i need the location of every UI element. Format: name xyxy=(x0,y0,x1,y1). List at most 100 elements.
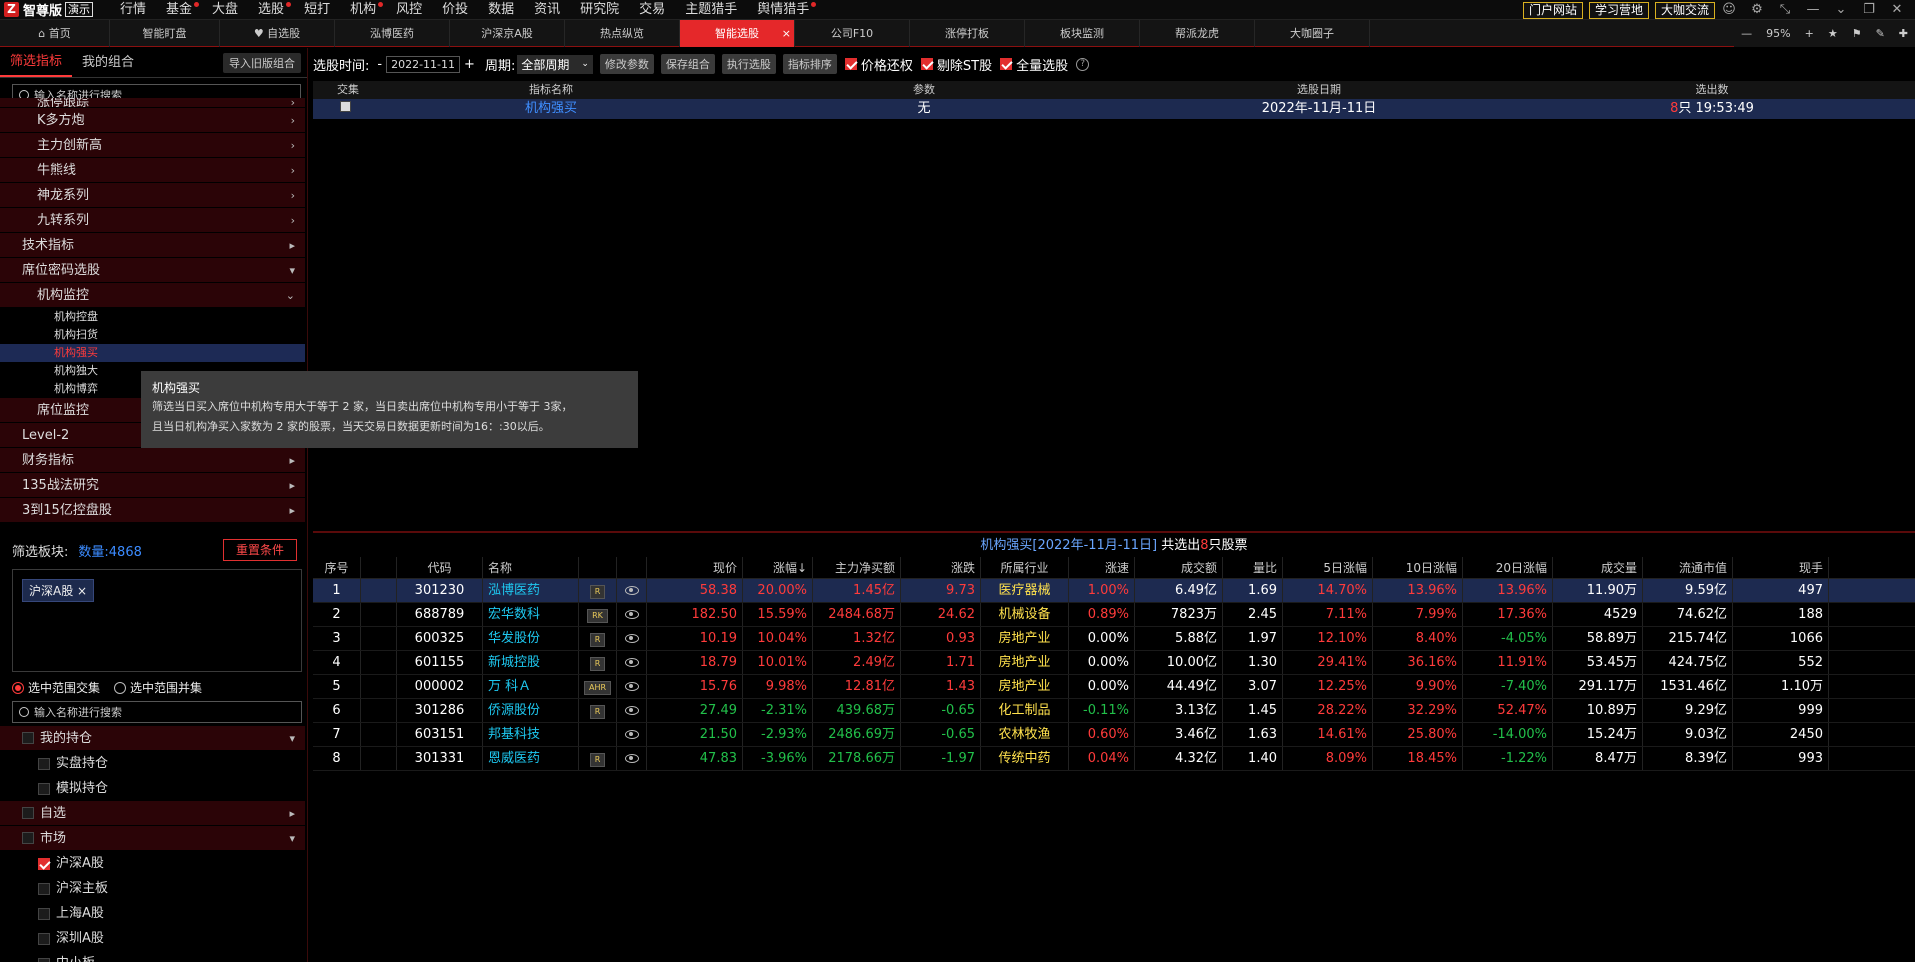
checkbox-icon[interactable] xyxy=(339,101,351,112)
expand-arrow-icon[interactable]: ▸ xyxy=(289,498,295,523)
sector-item-9[interactable]: 中小板 xyxy=(0,951,305,962)
app-logo[interactable]: Z 智尊版 演示 xyxy=(0,0,110,20)
table-row[interactable]: 1 301230 泓博医药 R 58.38 20.00% 1.45亿 9.73 医疗器械 1.00… xyxy=(313,579,1915,603)
expand-arrow-icon[interactable]: › xyxy=(291,98,295,107)
grid-col-header[interactable]: 成交量 xyxy=(1553,557,1643,578)
tree-item-17[interactable]: 135战法研究 ▸ xyxy=(0,473,305,498)
checkbox-icon[interactable] xyxy=(38,857,50,870)
grid-col-header[interactable]: 涨跌 xyxy=(901,557,981,578)
sector-item-2[interactable]: 模拟持仓 xyxy=(0,776,305,801)
grid-cell[interactable]: 侨源股份 xyxy=(483,699,579,722)
menu-item-7[interactable]: 价投 xyxy=(432,0,478,20)
table-row[interactable]: 3 600325 华发股份 R 10.19 10.04% 1.32亿 0.93 房地产业 0.00… xyxy=(313,627,1915,651)
full-select-checkbox[interactable]: 全量选股 xyxy=(1000,55,1068,74)
grid-cell[interactable]: 万 科Ａ xyxy=(483,675,579,698)
grid-cell[interactable]: 华发股份 xyxy=(483,627,579,650)
menu-item-2[interactable]: 大盘 xyxy=(202,0,248,20)
tab-3[interactable]: 泓博医药 xyxy=(335,20,450,47)
eye-icon[interactable] xyxy=(624,754,639,763)
tab-filter-indicators[interactable]: 筛选指标 xyxy=(0,49,73,77)
menu-item-4[interactable]: 短打 xyxy=(294,0,340,20)
tab-6[interactable]: 智能选股 × xyxy=(680,20,795,47)
grid-col-header[interactable]: 序号 xyxy=(313,557,361,578)
grid-col-header[interactable]: 主力净买额 xyxy=(813,557,901,578)
menu-item-1[interactable]: 基金 xyxy=(156,0,202,20)
grid-col-header[interactable]: 涨幅↓ xyxy=(743,557,813,578)
date-input[interactable]: 2022-11-11 xyxy=(386,55,461,73)
portal-button[interactable]: 门户网站 xyxy=(1522,1,1583,19)
chip-close-icon[interactable]: × xyxy=(77,584,87,598)
expert-button[interactable]: 大咖交流 xyxy=(1654,1,1715,19)
eye-icon[interactable] xyxy=(624,706,639,715)
chevron-down-icon[interactable]: ⌄ xyxy=(1827,0,1855,20)
expand-arrow-icon[interactable]: ▸ xyxy=(289,233,295,258)
grid-col-header[interactable]: 现手 xyxy=(1733,557,1829,578)
grid-col-header[interactable]: 成交额 xyxy=(1135,557,1223,578)
table-row[interactable]: 6 301286 侨源股份 R 27.49 -2.31% 439.68万 -0.65 化工制品 -… xyxy=(313,699,1915,723)
checkbox-icon[interactable] xyxy=(38,907,50,920)
grid-col-header[interactable] xyxy=(361,557,397,578)
expand-arrow-icon[interactable]: › xyxy=(291,158,295,183)
price-adjust-checkbox[interactable]: 价格还权 xyxy=(844,55,913,74)
settings-icon[interactable]: ⚙ xyxy=(1743,0,1771,20)
grid-cell[interactable]: 恩威医药 xyxy=(483,747,579,770)
sector-item-4[interactable]: 市场 ▾ xyxy=(0,826,305,851)
indicator-row[interactable]: 机构强买 无 2022年-11月-11日 8只 19:53:49 xyxy=(313,99,1915,119)
grid-cell[interactable] xyxy=(617,675,647,698)
shrink-icon[interactable]: ⤡ xyxy=(1771,0,1799,20)
expand-arrow-icon[interactable]: ▾ xyxy=(289,826,295,851)
grid-col-header[interactable]: 流通市值 xyxy=(1643,557,1733,578)
restore-icon[interactable]: ❐ xyxy=(1855,0,1883,20)
close-icon[interactable]: ✕ xyxy=(1883,0,1911,20)
tree-item-8[interactable]: 机构监控 ⌄ xyxy=(0,283,305,308)
menu-item-12[interactable]: 主题猎手 xyxy=(675,0,747,20)
checkbox-icon[interactable] xyxy=(38,782,50,795)
tab-1[interactable]: 智能盯盘 xyxy=(110,20,220,47)
indicator-name[interactable]: 机构强买 xyxy=(383,100,719,118)
grid-col-header[interactable] xyxy=(617,557,647,578)
grid-col-header[interactable]: 量比 xyxy=(1223,557,1283,578)
tree-item-7[interactable]: 席位密码选股 ▾ xyxy=(0,258,305,283)
tree-item-11[interactable]: 机构强买 xyxy=(0,344,305,362)
modify-params-button[interactable]: 修改参数 xyxy=(599,54,654,74)
pin-icon[interactable]: ✚ xyxy=(1892,27,1915,40)
table-row[interactable]: 8 301331 恩威医药 R 47.83 -3.96% 2178.66万 -1.97 传统中药… xyxy=(313,747,1915,771)
intersect-radio[interactable] xyxy=(12,681,24,694)
tab-5[interactable]: 热点纵览 xyxy=(565,20,680,47)
menu-item-10[interactable]: 研究院 xyxy=(570,0,629,20)
tab-8[interactable]: 涨停打板 xyxy=(910,20,1025,47)
edit-icon[interactable]: ✎ xyxy=(1869,27,1892,40)
grid-col-header[interactable]: 名称 xyxy=(483,557,579,578)
tree-item-4[interactable]: 神龙系列 › xyxy=(0,183,305,208)
menu-item-11[interactable]: 交易 xyxy=(629,0,675,20)
tree-item-9[interactable]: 机构控盘 xyxy=(0,308,305,326)
eye-icon[interactable] xyxy=(624,586,639,595)
tree-item-5[interactable]: 九转系列 › xyxy=(0,208,305,233)
sector-item-0[interactable]: 我的持仓 ▾ xyxy=(0,726,305,751)
checkbox-icon[interactable] xyxy=(38,957,50,962)
grid-cell[interactable]: 邦基科技 xyxy=(483,723,579,746)
tab-4[interactable]: 沪深京A股 xyxy=(450,20,565,47)
sector-chip[interactable]: 沪深A股 × xyxy=(22,579,95,602)
expand-arrow-icon[interactable]: › xyxy=(291,208,295,233)
exclude-st-checkbox[interactable]: 剔除ST股 xyxy=(920,55,992,74)
sector-search-input[interactable]: 输入名称进行搜索 xyxy=(12,701,302,723)
sector-item-8[interactable]: 深圳A股 xyxy=(0,926,305,951)
table-row[interactable]: 7 603151 邦基科技 21.50 -2.93% 2486.69万 -0.65 农林牧渔 0… xyxy=(313,723,1915,747)
checkbox-icon[interactable] xyxy=(38,932,50,945)
bookmark-icon[interactable]: ⚑ xyxy=(1845,27,1869,40)
expand-arrow-icon[interactable]: ▾ xyxy=(289,258,295,283)
tree-item-1[interactable]: K多方炮 › xyxy=(0,108,305,133)
table-row[interactable]: 5 000002 万 科Ａ AHR 15.76 9.98% 12.81亿 1.43 房地产业 0.… xyxy=(313,675,1915,699)
user-icon[interactable]: ☺ xyxy=(1715,0,1743,20)
table-row[interactable]: 2 688789 宏华数科 RK 182.50 15.59% 2484.68万 24.62 机械… xyxy=(313,603,1915,627)
tab-2[interactable]: ♥ 自选股 xyxy=(220,20,335,47)
menu-item-8[interactable]: 数据 xyxy=(478,0,524,20)
tab-0[interactable]: ⌂ 首页 xyxy=(0,20,110,47)
date-minus-button[interactable]: - xyxy=(377,57,382,72)
menu-item-3[interactable]: 选股 xyxy=(248,0,294,20)
table-row[interactable]: 4 601155 新城控股 R 18.79 10.01% 2.49亿 1.71 房地产业 0.00… xyxy=(313,651,1915,675)
checkbox-icon[interactable] xyxy=(22,732,34,744)
expand-arrow-icon[interactable]: › xyxy=(291,108,295,133)
menu-item-9[interactable]: 资讯 xyxy=(524,0,570,20)
